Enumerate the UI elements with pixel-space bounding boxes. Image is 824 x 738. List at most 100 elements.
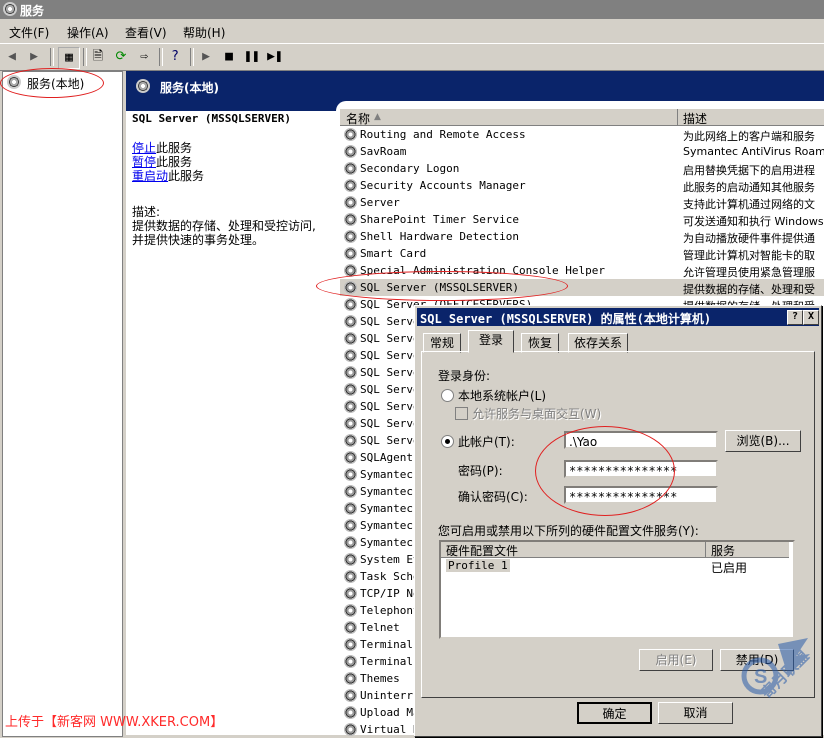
service-gear-icon xyxy=(344,332,357,345)
browse-button[interactable]: 浏览(B)... xyxy=(725,430,801,452)
service-gear-icon xyxy=(344,621,357,634)
cancel-button[interactable]: 取消 xyxy=(658,702,733,724)
panel-header-title: 服务(本地) xyxy=(160,81,219,95)
close-button[interactable]: X xyxy=(803,310,819,325)
menu-file[interactable]: 文件(F) xyxy=(9,24,49,41)
enable-button[interactable]: 启用(E) xyxy=(639,649,713,671)
tab-recovery[interactable]: 恢复 xyxy=(521,333,559,353)
service-row[interactable]: Security Accounts Manager 此服务的启动通知其他服务 xyxy=(340,177,824,194)
list-header: 名称 ▲ 描述 xyxy=(340,109,824,126)
start-service-icon[interactable]: ▶ xyxy=(196,47,216,67)
column-header-service[interactable]: 服务 xyxy=(711,542,735,559)
profiles-label: 您可启用或禁用以下所列的硬件配置文件服务(Y): xyxy=(438,524,699,538)
menu-action[interactable]: 操作(A) xyxy=(67,24,109,41)
service-gear-icon xyxy=(344,723,357,736)
dialog-title-bar: SQL Server (MSSQLSERVER) 的属性(本地计算机) ? X xyxy=(417,308,819,326)
column-header-profile[interactable]: 硬件配置文件 xyxy=(446,542,518,559)
service-name: Terminal xyxy=(360,655,413,668)
service-name: Telnet xyxy=(360,621,400,634)
services-gear-icon xyxy=(3,2,17,16)
restart-suffix: 此服务 xyxy=(168,169,205,183)
refresh-icon[interactable]: ⟳ xyxy=(111,47,131,67)
column-divider xyxy=(677,109,678,125)
properties-icon[interactable]: 🗎 xyxy=(88,47,108,67)
show-tree-icon[interactable]: ▦ xyxy=(58,47,80,69)
toolbar: ◀ ▶ ▦ 🗎 ⟳ ⇨ ? ▶ ■ ❚❚ ▶❚ xyxy=(0,43,824,71)
service-description: 此服务的启动通知其他服务 xyxy=(683,181,815,194)
service-row[interactable]: Server 支持此计算机通过网络的文 xyxy=(340,194,824,211)
ok-button[interactable]: 确定 xyxy=(577,702,652,724)
window-title-bar: 服务 xyxy=(0,0,824,19)
service-row[interactable]: Secondary Logon 启用替换凭据下的启用进程 xyxy=(340,160,824,177)
service-name: Uninterru xyxy=(360,689,420,702)
profile-name: Profile 1 xyxy=(446,559,510,572)
service-row[interactable]: SharePoint Timer Service 可发送通知和执行 Windows xyxy=(340,211,824,228)
confirm-password-label: 确认密码(C): xyxy=(458,490,528,504)
restart-service-icon[interactable]: ▶❚ xyxy=(265,47,285,67)
sort-ascending-icon: ▲ xyxy=(374,112,381,122)
service-gear-icon xyxy=(344,519,357,532)
stop-suffix: 此服务 xyxy=(156,141,193,155)
profiles-header: 硬件配置文件 服务 xyxy=(441,542,789,558)
service-description: 为此网络上的客户端和服务 xyxy=(683,130,815,143)
service-name: Smart Card xyxy=(360,247,427,260)
service-name: System Ev xyxy=(360,553,420,566)
annotation-oval xyxy=(0,68,104,98)
service-gear-icon xyxy=(344,502,357,515)
this-account-radio[interactable] xyxy=(441,435,454,448)
export-list-icon[interactable]: ⇨ xyxy=(134,47,154,67)
restart-service-link[interactable]: 重启动 xyxy=(132,169,168,183)
local-system-label: 本地系统帐户(L) xyxy=(458,389,547,403)
this-account-label: 此帐户(T): xyxy=(458,435,515,449)
upload-watermark: 上传于【新客网 WWW.XKER.COM】 xyxy=(5,715,224,730)
help-button[interactable]: ? xyxy=(787,310,803,325)
forward-arrow-icon[interactable]: ▶ xyxy=(24,47,44,67)
service-description: 允许管理员使用紧急管理服 xyxy=(683,266,815,279)
profile-service-status: 已启用 xyxy=(711,561,748,575)
service-gear-icon xyxy=(344,162,357,175)
stop-service-link[interactable]: 停止 xyxy=(132,141,156,155)
service-gear-icon xyxy=(344,689,357,702)
description-label: 描述: xyxy=(132,205,161,219)
allow-desktop-checkbox[interactable] xyxy=(455,407,468,420)
panel-header: 服务(本地) xyxy=(126,71,824,101)
service-name: Routing and Remote Access xyxy=(360,128,526,141)
tab-dependencies[interactable]: 依存关系 xyxy=(568,333,628,353)
menu-view[interactable]: 查看(V) xyxy=(125,24,167,41)
column-divider xyxy=(705,542,706,557)
service-gear-icon xyxy=(344,604,357,617)
local-system-radio[interactable] xyxy=(441,389,454,402)
service-name: Themes xyxy=(360,672,400,685)
tab-logon[interactable]: 登录 xyxy=(468,330,514,353)
service-name: TCP/IP Ne xyxy=(360,587,420,600)
menu-help[interactable]: 帮助(H) xyxy=(183,24,225,41)
service-row[interactable]: Shell Hardware Detection 为自动播放硬件事件提供通 xyxy=(340,228,824,245)
service-gear-icon xyxy=(344,553,357,566)
service-gear-icon xyxy=(344,485,357,498)
stop-service-icon[interactable]: ■ xyxy=(219,47,239,67)
service-row[interactable]: Routing and Remote Access 为此网络上的客户端和服务 xyxy=(340,126,824,143)
service-gear-icon xyxy=(344,587,357,600)
service-description: 为自动播放硬件事件提供通 xyxy=(683,232,815,245)
pause-service-icon[interactable]: ❚❚ xyxy=(242,47,262,67)
service-name: Server xyxy=(360,196,400,209)
service-gear-icon xyxy=(344,638,357,651)
service-row[interactable]: Smart Card 管理此计算机对智能卡的取 xyxy=(340,245,824,262)
help-icon[interactable]: ? xyxy=(165,47,185,67)
hardware-profiles-list[interactable]: 硬件配置文件 服务 Profile 1 已启用 xyxy=(439,540,795,639)
service-name: Symantec xyxy=(360,502,413,515)
dialog-title: SQL Server (MSSQLSERVER) 的属性(本地计算机) xyxy=(420,312,712,326)
service-gear-icon xyxy=(344,315,357,328)
column-header-description[interactable]: 描述 xyxy=(683,110,707,127)
services-gear-icon xyxy=(136,79,150,93)
column-header-name[interactable]: 名称 xyxy=(346,110,370,127)
console-tree: 服务(本地) xyxy=(0,68,123,737)
service-gear-icon xyxy=(344,196,357,209)
service-row[interactable]: SavRoam Symantec AntiVirus Roami xyxy=(340,143,824,160)
pause-service-link[interactable]: 暂停 xyxy=(132,155,156,169)
tab-general[interactable]: 常规 xyxy=(423,333,461,353)
profile-row[interactable]: Profile 1 已启用 xyxy=(443,559,787,575)
back-arrow-icon[interactable]: ◀ xyxy=(2,47,22,67)
service-gear-icon xyxy=(344,366,357,379)
annotation-oval xyxy=(535,426,675,516)
